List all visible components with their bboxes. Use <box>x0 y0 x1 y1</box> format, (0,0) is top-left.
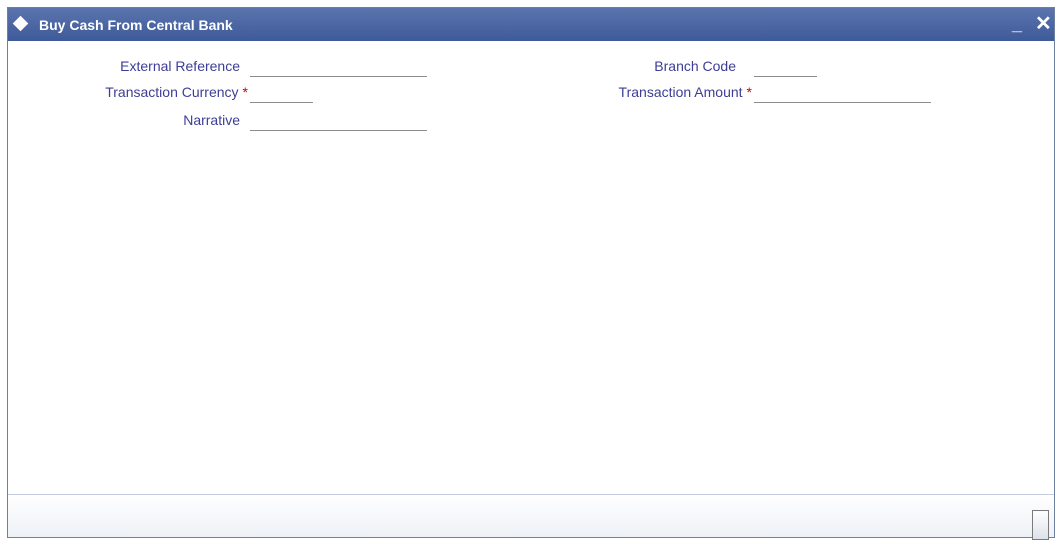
footer-button[interactable] <box>1032 510 1049 540</box>
narrative-field[interactable] <box>250 113 427 131</box>
branch-code-field[interactable] <box>754 59 817 77</box>
transaction-currency-label: Transaction Currency * <box>105 83 248 101</box>
window-title: Buy Cash From Central Bank <box>39 17 233 33</box>
window-titlebar[interactable]: Buy Cash From Central Bank _ ✕ <box>8 8 1054 41</box>
required-marker: * <box>746 84 752 100</box>
minimize-icon[interactable]: _ <box>1012 12 1022 36</box>
close-icon[interactable]: ✕ <box>1035 12 1052 36</box>
external-reference-field[interactable] <box>250 59 427 77</box>
branch-code-label: Branch Code <box>654 58 736 74</box>
transaction-amount-label-text: Transaction Amount <box>618 84 743 100</box>
required-marker: * <box>242 84 248 100</box>
diamond-icon <box>12 15 29 32</box>
transaction-amount-label: Transaction Amount * <box>619 83 752 101</box>
buy-cash-window: Buy Cash From Central Bank _ ✕ External … <box>7 7 1055 540</box>
transaction-currency-label-text: Transaction Currency <box>105 84 239 100</box>
external-reference-label: External Reference <box>120 58 240 74</box>
transaction-amount-field[interactable] <box>754 85 931 103</box>
transaction-currency-field[interactable] <box>250 85 313 103</box>
window-footer <box>8 494 1054 540</box>
narrative-label: Narrative <box>183 112 240 128</box>
